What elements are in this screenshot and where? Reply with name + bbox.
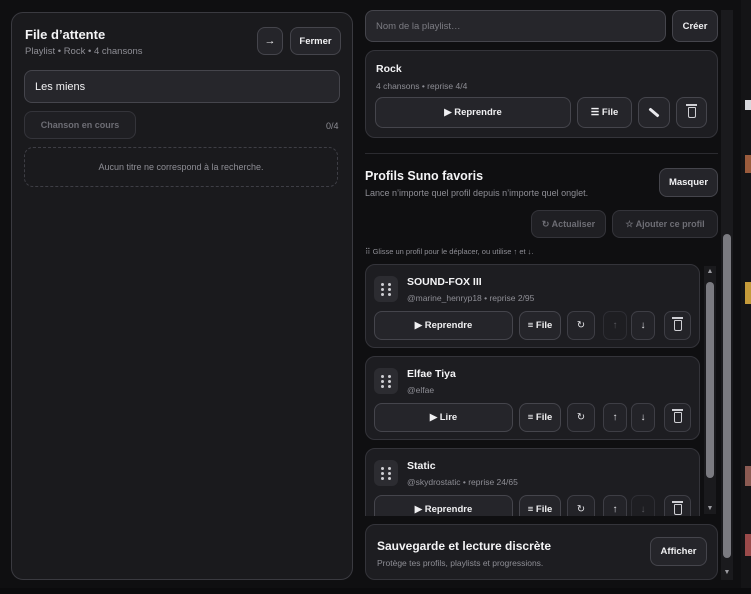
playlist-meta: 4 chansons • reprise 4/4 — [376, 81, 468, 91]
background-page-strip — [741, 0, 751, 594]
bottom-bar — [0, 588, 751, 594]
background-fragment — [745, 282, 751, 304]
profiles-title: Profils Suno favoris — [365, 169, 484, 183]
section-divider — [365, 153, 718, 154]
empty-message: Aucun titre ne correspond à la recherche… — [98, 162, 264, 172]
delete-profile-button[interactable] — [664, 311, 691, 340]
profile-name: SOUND-FOX III — [407, 276, 482, 288]
profiles-subtitle: Lance n’importe quel profil depuis n’imp… — [365, 188, 589, 198]
profile-meta: @elfae — [407, 385, 435, 395]
background-fragment — [745, 466, 751, 486]
background-fragment — [745, 534, 751, 556]
move-down-icon[interactable]: ↓ — [631, 495, 655, 516]
profile-meta: @skydrostatic • reprise 24/65 — [407, 477, 518, 487]
rename-button[interactable] — [638, 97, 670, 128]
empty-state: Aucun titre ne correspond à la recherche… — [24, 147, 338, 187]
playlist-card: Rock 4 chansons • reprise 4/4 ▶ Reprendr… — [365, 50, 718, 138]
hide-profiles-button[interactable]: Masquer — [659, 168, 718, 197]
profile-name: Elfae Tiya — [407, 368, 456, 380]
current-song-button[interactable]: Chanson en cours — [24, 111, 136, 139]
playlist-name-input[interactable]: Nom de la playlist… — [365, 10, 666, 42]
queue-subtitle: Playlist • Rock • 4 chansons — [25, 46, 143, 57]
playlist-queue-button[interactable]: ☰ File — [577, 97, 632, 128]
profile-card: Static @skydrostatic • reprise 24/65 ▶ R… — [365, 448, 700, 516]
move-up-icon[interactable]: ↑ — [603, 403, 627, 432]
profile-meta: @marine_henryp18 • reprise 2/95 — [407, 293, 535, 303]
pencil-icon — [648, 107, 660, 118]
scroll-up-icon[interactable]: ▲ — [705, 267, 715, 275]
drag-handle-icon[interactable] — [374, 368, 398, 394]
playlist-resume-button[interactable]: ▶ Reprendre — [375, 97, 571, 128]
sidebar-scrollbar[interactable]: ▼ — [721, 10, 733, 580]
move-up-icon[interactable]: ↑ — [603, 495, 627, 516]
profile-queue-button[interactable]: ≡ File — [519, 495, 561, 516]
move-down-icon[interactable]: ↓ — [631, 403, 655, 432]
queue-counter: 0/4 — [326, 121, 339, 131]
move-up-icon[interactable]: ↑ — [603, 311, 627, 340]
arrow-button[interactable]: → — [257, 27, 283, 55]
backup-card: Sauvegarde et lecture discrète Protège t… — [365, 524, 718, 580]
show-backup-button[interactable]: Afficher — [650, 537, 707, 566]
trash-icon — [671, 317, 683, 331]
refresh-icon[interactable]: ↻ — [567, 495, 595, 516]
profile-play-button[interactable]: ▶ Reprendre — [374, 495, 513, 516]
trash-icon — [671, 409, 683, 423]
queue-panel: File d’attente Playlist • Rock • 4 chans… — [11, 12, 353, 580]
refresh-icon[interactable]: ↻ — [567, 311, 595, 340]
delete-playlist-button[interactable] — [676, 97, 707, 128]
profile-card: SOUND-FOX III @marine_henryp18 • reprise… — [365, 264, 700, 348]
trash-icon — [685, 104, 697, 118]
background-fragment — [745, 155, 751, 173]
close-button[interactable]: Fermer — [290, 27, 341, 55]
scroll-down-icon[interactable]: ▼ — [705, 504, 715, 512]
move-down-icon[interactable]: ↓ — [631, 311, 655, 340]
queue-title: File d’attente — [25, 27, 106, 42]
queue-search-input[interactable]: Les miens — [24, 70, 340, 103]
profile-list: SOUND-FOX III @marine_henryp18 • reprise… — [365, 264, 702, 516]
profile-list-scrollbar[interactable]: ▲ ▼ — [704, 266, 716, 514]
drag-handle-icon[interactable] — [374, 276, 398, 302]
profile-card: Elfae Tiya @elfae ▶ Lire ≡ File ↻ ↑ ↓ — [365, 356, 700, 440]
delete-profile-button[interactable] — [664, 495, 691, 516]
profile-list-scroll-thumb[interactable] — [706, 282, 714, 478]
sidebar-scroll-thumb[interactable] — [723, 234, 731, 558]
profile-queue-button[interactable]: ≡ File — [519, 311, 561, 340]
create-playlist-button[interactable]: Créer — [672, 10, 718, 42]
current-song-label: Chanson en cours — [40, 120, 120, 130]
profile-play-button[interactable]: ▶ Lire — [374, 403, 513, 432]
refresh-button[interactable]: ↻ Actualiser — [531, 210, 606, 238]
profile-play-button[interactable]: ▶ Reprendre — [374, 311, 513, 340]
trash-icon — [671, 501, 683, 515]
backup-subtitle: Protège tes profils, playlists et progre… — [377, 558, 544, 568]
profile-queue-button[interactable]: ≡ File — [519, 403, 561, 432]
add-profile-button[interactable]: ☆ Ajouter ce profil — [612, 210, 718, 238]
drag-handle-icon[interactable] — [374, 460, 398, 486]
scroll-down-icon[interactable]: ▼ — [722, 568, 732, 576]
backup-title: Sauvegarde et lecture discrète — [377, 539, 552, 553]
playlist-title: Rock — [376, 63, 402, 75]
delete-profile-button[interactable] — [664, 403, 691, 432]
profile-name: Static — [407, 460, 436, 472]
refresh-icon[interactable]: ↻ — [567, 403, 595, 432]
drag-hint: ⠿ Glisse un profil pour le déplacer, ou … — [365, 247, 534, 256]
background-fragment — [745, 100, 751, 110]
